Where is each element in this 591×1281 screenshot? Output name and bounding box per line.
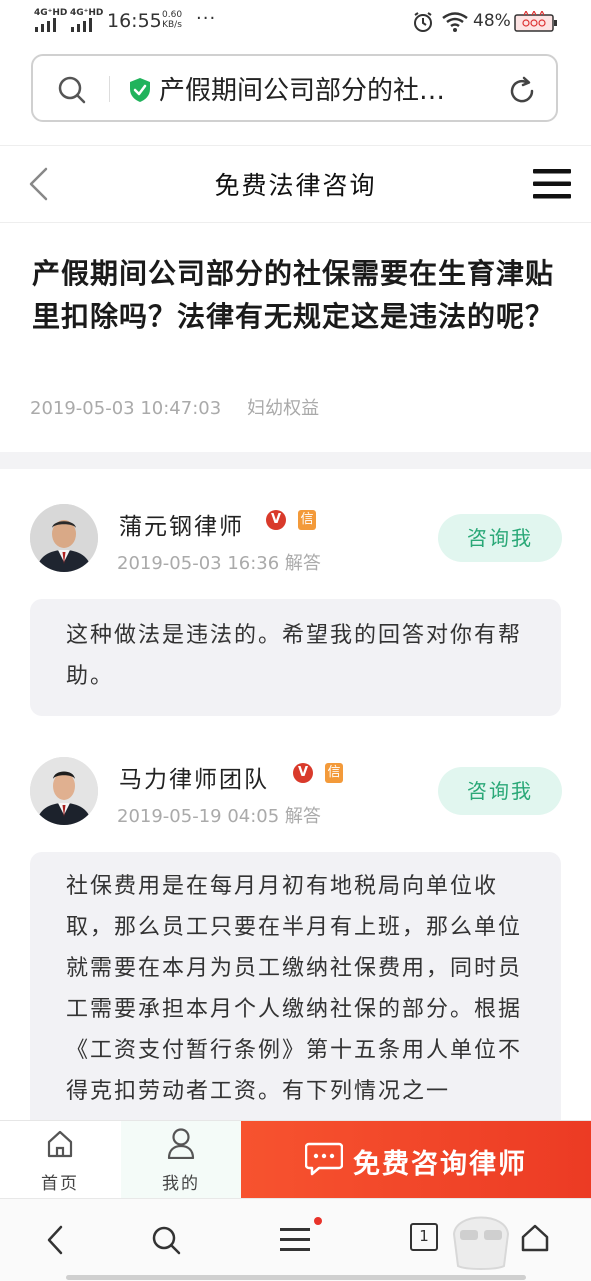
answer-content: 这种做法是违法的。希望我的回答对你有帮助。 — [30, 599, 561, 716]
battery-percent: 48% — [473, 11, 511, 31]
lawyer-name[interactable]: 蒲元钢律师 — [119, 507, 244, 541]
chat-icon — [305, 1142, 343, 1176]
tab-count: 1 — [419, 1227, 429, 1245]
wifi-icon — [442, 12, 468, 32]
question-category[interactable]: 妇幼权益 — [247, 398, 319, 419]
clock: 16:55 — [107, 10, 162, 32]
avatar[interactable] — [30, 504, 98, 572]
browser-home-icon[interactable] — [520, 1223, 550, 1253]
answer-content: 社保费用是在每月月初有地税局向单位收取，那么员工只要在半月有上班，那么单位就需要… — [30, 852, 561, 1142]
question-meta: 2019-05-03 10:47:03 妇幼权益 — [30, 394, 319, 420]
url-bar[interactable]: 产假期间公司部分的社… — [31, 54, 558, 122]
more-notifications: ··· — [196, 8, 217, 29]
refresh-icon[interactable] — [507, 76, 537, 106]
browser-menu-icon[interactable] — [278, 1217, 322, 1259]
mascot-icon[interactable] — [446, 1204, 516, 1274]
question-date: 2019-05-03 10:47:03 — [30, 398, 222, 419]
avatar[interactable] — [30, 757, 98, 825]
page-header: 免费法律咨询 — [0, 145, 591, 223]
secure-shield-icon — [130, 78, 150, 102]
browser-search-icon[interactable] — [150, 1224, 182, 1256]
nav-home[interactable]: 首页 — [0, 1121, 120, 1199]
speed-unit: KB/s — [162, 20, 182, 30]
url-text[interactable]: 产假期间公司部分的社… — [159, 70, 479, 107]
network-indicator-2: 4G⁺HD — [70, 8, 103, 35]
signal-icon — [71, 18, 92, 32]
answer-meta: 2019-05-03 16:36 解答 — [117, 553, 321, 574]
answer-meta: 2019-05-19 04:05 解答 — [117, 806, 321, 827]
page-title: 免费法律咨询 — [214, 171, 377, 200]
alarm-icon — [414, 12, 432, 32]
speed-value: 0.60 — [162, 10, 183, 20]
free-consult-label: 免费咨询律师 — [353, 1149, 527, 1180]
browser-back-icon[interactable] — [44, 1224, 66, 1256]
consult-me-button[interactable]: 咨询我 — [438, 767, 562, 815]
browser-toolbar: 1 — [0, 1198, 591, 1281]
verified-badge: V — [266, 510, 286, 530]
nav-mine-label: 我的 — [162, 1174, 200, 1194]
network-indicator-1: 4G⁺HD — [34, 8, 67, 35]
gesture-bar — [66, 1275, 526, 1280]
lawyer-avatar-image — [30, 757, 98, 825]
battery-icon — [514, 11, 557, 32]
signal-icon — [35, 18, 56, 32]
status-bar: 4G⁺HD 4G⁺HD 16:55 0.60 KB/s ··· 48% — [0, 0, 591, 44]
nav-mine[interactable]: 我的 — [121, 1121, 241, 1199]
bottom-nav: 首页 我的 免费咨询律师 — [0, 1120, 591, 1199]
network-label-2: 4G⁺HD — [70, 8, 104, 18]
home-icon — [47, 1130, 73, 1158]
verified-badge: V — [293, 763, 313, 783]
search-icon[interactable] — [57, 75, 87, 105]
section-divider — [0, 452, 591, 469]
free-consult-button[interactable]: 免费咨询律师 — [241, 1121, 591, 1199]
user-icon — [167, 1128, 195, 1159]
question-title: 产假期间公司部分的社保需要在生育津贴里扣除吗？法律有无规定这是违法的呢？ — [32, 257, 555, 333]
network-label-1: 4G⁺HD — [34, 8, 68, 18]
credit-badge: 信 — [298, 510, 316, 530]
consult-me-button[interactable]: 咨询我 — [438, 514, 562, 562]
lawyer-avatar-image — [30, 504, 98, 572]
menu-icon[interactable] — [533, 168, 571, 200]
network-speed: 0.60 KB/s — [162, 10, 182, 30]
credit-badge: 信 — [325, 763, 343, 783]
url-separator — [109, 76, 110, 102]
nav-home-label: 首页 — [41, 1174, 79, 1194]
tabs-button[interactable]: 1 — [410, 1223, 438, 1251]
lawyer-name[interactable]: 马力律师团队 — [119, 760, 269, 794]
